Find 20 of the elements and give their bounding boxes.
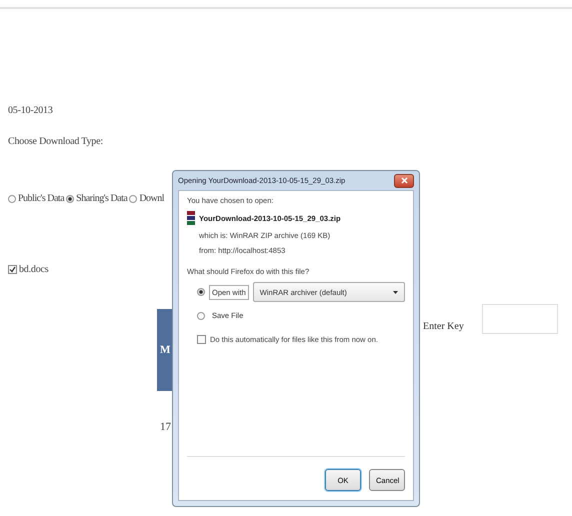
- date-text: 05-10-2013: [8, 105, 54, 116]
- key-label: Enter Key: [423, 321, 464, 332]
- radio-label: Downl: [139, 193, 164, 204]
- radio-button[interactable]: [66, 194, 74, 202]
- archive-icon: [187, 211, 195, 225]
- radio-button[interactable]: [129, 194, 138, 202]
- radio-label: Sharing's Data: [76, 193, 128, 204]
- close-button[interactable]: [394, 174, 414, 188]
- radio-button[interactable]: [197, 288, 205, 296]
- key-input-field[interactable]: [482, 304, 558, 334]
- dropdown-caret-icon: [393, 290, 398, 294]
- checkbox-label: bd.docs: [19, 264, 48, 275]
- checkbox[interactable]: [197, 335, 206, 344]
- table-cell-text: 17: [159, 420, 172, 433]
- close-icon: [400, 177, 408, 184]
- radio-button[interactable]: [197, 312, 205, 320]
- download-type-label: Choose Download Type:: [8, 136, 104, 147]
- radio-button[interactable]: [8, 194, 16, 202]
- checkbox[interactable]: [8, 265, 17, 274]
- radio-label: Public's Data: [18, 193, 64, 204]
